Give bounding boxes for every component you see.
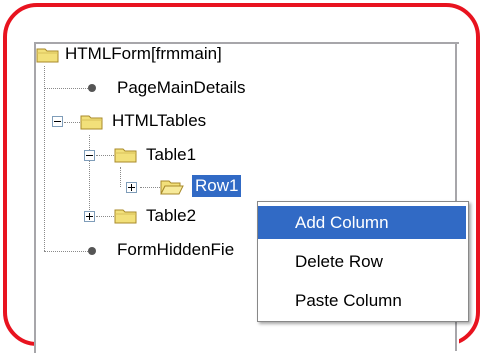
minus-icon[interactable] [84,150,95,161]
bullet-icon [88,247,96,255]
plus-icon[interactable] [126,182,137,193]
open-folder-icon [160,180,184,195]
menu-item-add-column[interactable]: Add Column [258,206,466,239]
tree-connector [140,187,160,188]
tree-connector [120,167,121,187]
folder-icon [114,148,137,163]
tree-node-row1[interactable]: Row1 [192,175,242,197]
menu-item-paste-column[interactable]: Paste Column [258,284,466,317]
tree-node-form-hidden-fields[interactable]: FormHiddenFie [117,239,234,261]
tree-connector [44,66,45,251]
tree-node-html-tables[interactable]: HTMLTables [112,110,206,132]
tree-connector [44,251,88,252]
tree-node-table1[interactable]: Table1 [146,144,196,166]
menu-item-delete-row[interactable]: Delete Row [258,245,466,278]
folder-icon [80,115,103,130]
tree-node-root[interactable]: HTMLForm[frmmain] [65,43,222,65]
tree-node-table2[interactable]: Table2 [146,205,196,227]
bullet-icon [88,84,96,92]
context-menu: Add Column Delete Row Paste Column [257,201,469,322]
minus-icon[interactable] [52,116,63,127]
tree-connector [96,155,114,156]
folder-icon [114,209,137,224]
folder-icon [36,48,59,63]
tree-node-page-main-details[interactable]: PageMainDetails [117,77,246,99]
plus-icon[interactable] [84,211,95,222]
tree-connector [44,88,88,89]
tree-connector [89,135,90,216]
tree-connector [96,216,114,217]
